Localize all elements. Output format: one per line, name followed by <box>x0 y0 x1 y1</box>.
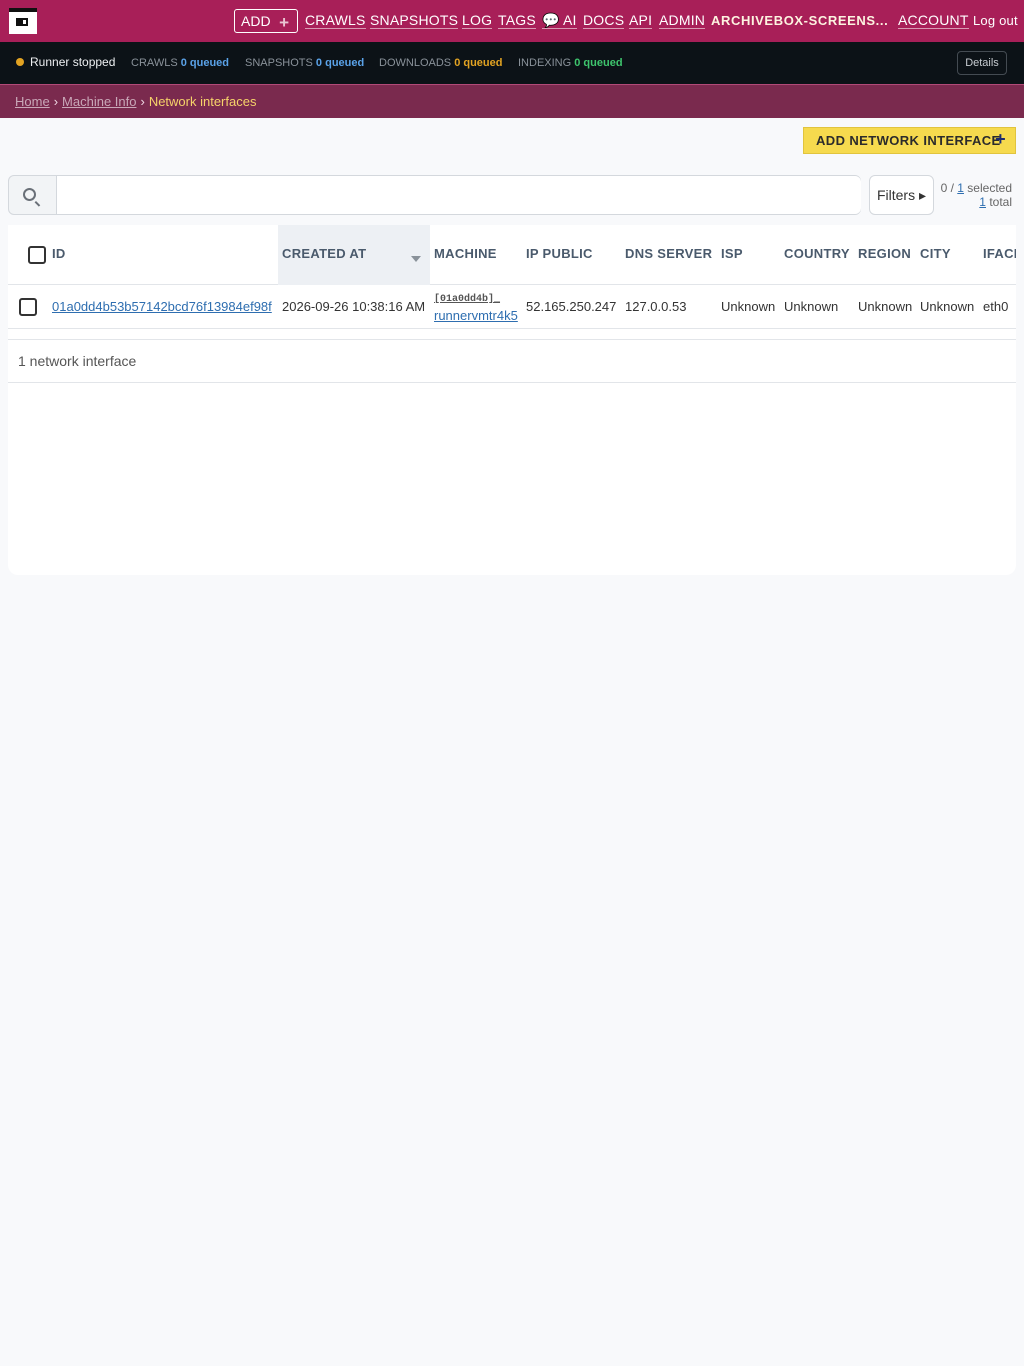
column-header-dns-server[interactable]: DNS SERVER <box>625 246 712 261</box>
nav-snapshots[interactable]: SNAPSHOTS <box>370 12 459 29</box>
result-count: 1 network interface <box>8 339 1016 383</box>
nav-tags[interactable]: TAGS <box>498 12 536 29</box>
row-dns-server: 127.0.0.53 <box>625 299 687 314</box>
add-button-label: ADD <box>241 13 271 29</box>
runner-status: Runner stopped <box>30 55 116 69</box>
breadcrumb-current: Network interfaces <box>148 94 257 109</box>
row-country: Unknown <box>784 299 839 314</box>
breadcrumb-home[interactable]: Home <box>15 94 50 109</box>
nav-crawls[interactable]: CRAWLS <box>305 12 366 29</box>
column-header-ip-public[interactable]: IP PUBLIC <box>526 246 593 261</box>
column-header-iface[interactable]: IFACE <box>983 246 1016 261</box>
select-all-checkbox[interactable] <box>28 246 46 264</box>
breadcrumb: Home › Machine Info › Network interfaces <box>0 84 1024 118</box>
selection-counter: 0 / 1 selected 1 total <box>940 181 1012 209</box>
nav-admin[interactable]: ADMIN <box>659 12 706 29</box>
add-button[interactable]: ADD + <box>234 9 298 33</box>
runner-status-dot-icon <box>16 58 24 66</box>
column-header-id[interactable]: ID <box>52 246 66 261</box>
snapshots-status: SNAPSHOTS 0 queued <box>245 57 365 69</box>
logout-link[interactable]: Log out <box>973 13 1018 29</box>
column-header-city[interactable]: CITY <box>920 246 951 261</box>
nav-ai[interactable]: 💬 AI <box>542 12 577 29</box>
status-bar: Runner stopped CRAWLS 0 queued SNAPSHOTS… <box>0 42 1024 84</box>
column-header-country[interactable]: COUNTRY <box>784 246 850 261</box>
filters-button[interactable]: Filters ▸ <box>869 175 934 215</box>
row-id-link[interactable]: 01a0dd4b53b57142bcd76f13984ef98f <box>52 299 272 314</box>
plus-icon: + <box>279 13 289 32</box>
top-navbar: ADD + CRAWLS SNAPSHOTS LOG TAGS 💬 AI DOC… <box>0 0 1024 42</box>
row-city: Unknown <box>920 299 975 314</box>
nav-site-name[interactable]: ARCHIVEBOX-SCREENS... <box>711 13 888 29</box>
archivebox-logo-icon[interactable] <box>9 8 37 34</box>
row-checkbox[interactable] <box>19 298 37 316</box>
nav-api[interactable]: API <box>629 12 653 29</box>
plus-icon: + <box>995 129 1006 149</box>
nav-docs[interactable]: DOCS <box>583 12 625 29</box>
column-header-created-at[interactable]: CREATED AT <box>282 246 366 261</box>
row-isp: Unknown <box>721 299 776 314</box>
row-machine-host[interactable]: runnervmtr4k5 <box>434 308 518 324</box>
row-iface: eth0 <box>983 299 1009 314</box>
search-input[interactable] <box>56 176 861 214</box>
indexing-status: INDEXING 0 queued <box>518 57 623 69</box>
sort-descending-icon[interactable] <box>411 256 421 262</box>
nav-log[interactable]: LOG <box>462 12 493 29</box>
row-region: Unknown <box>858 299 913 314</box>
row-ip-public: 52.165.250.247 <box>526 299 617 314</box>
row-created-at: 2026-09-26 10:38:16 AM <box>282 299 426 314</box>
total-count-link[interactable]: 1 <box>979 195 986 209</box>
row-machine-link[interactable]: [01a0dd4b]_ runnervmtr4k5 <box>434 292 518 324</box>
search-icon <box>23 188 36 201</box>
column-header-region[interactable]: REGION <box>858 246 911 261</box>
nav-account[interactable]: ACCOUNT <box>898 12 969 29</box>
column-header-isp[interactable]: ISP <box>721 246 743 261</box>
results-table: ID CREATED AT MACHINE IP PUBLIC DNS SERV… <box>8 225 1016 575</box>
column-header-machine[interactable]: MACHINE <box>434 246 497 261</box>
downloads-status: DOWNLOADS 0 queued <box>379 57 503 69</box>
details-button[interactable]: Details <box>957 51 1007 75</box>
search-bar <box>8 175 861 215</box>
add-network-interface-button[interactable]: ADD NETWORK INTERFACE + <box>803 127 1016 154</box>
breadcrumb-machine-info[interactable]: Machine Info <box>62 94 136 109</box>
selected-count-link[interactable]: 1 <box>957 181 964 195</box>
crawls-status: CRAWLS 0 queued <box>131 57 230 69</box>
row-machine-id[interactable]: [01a0dd4b]_ <box>434 292 518 308</box>
